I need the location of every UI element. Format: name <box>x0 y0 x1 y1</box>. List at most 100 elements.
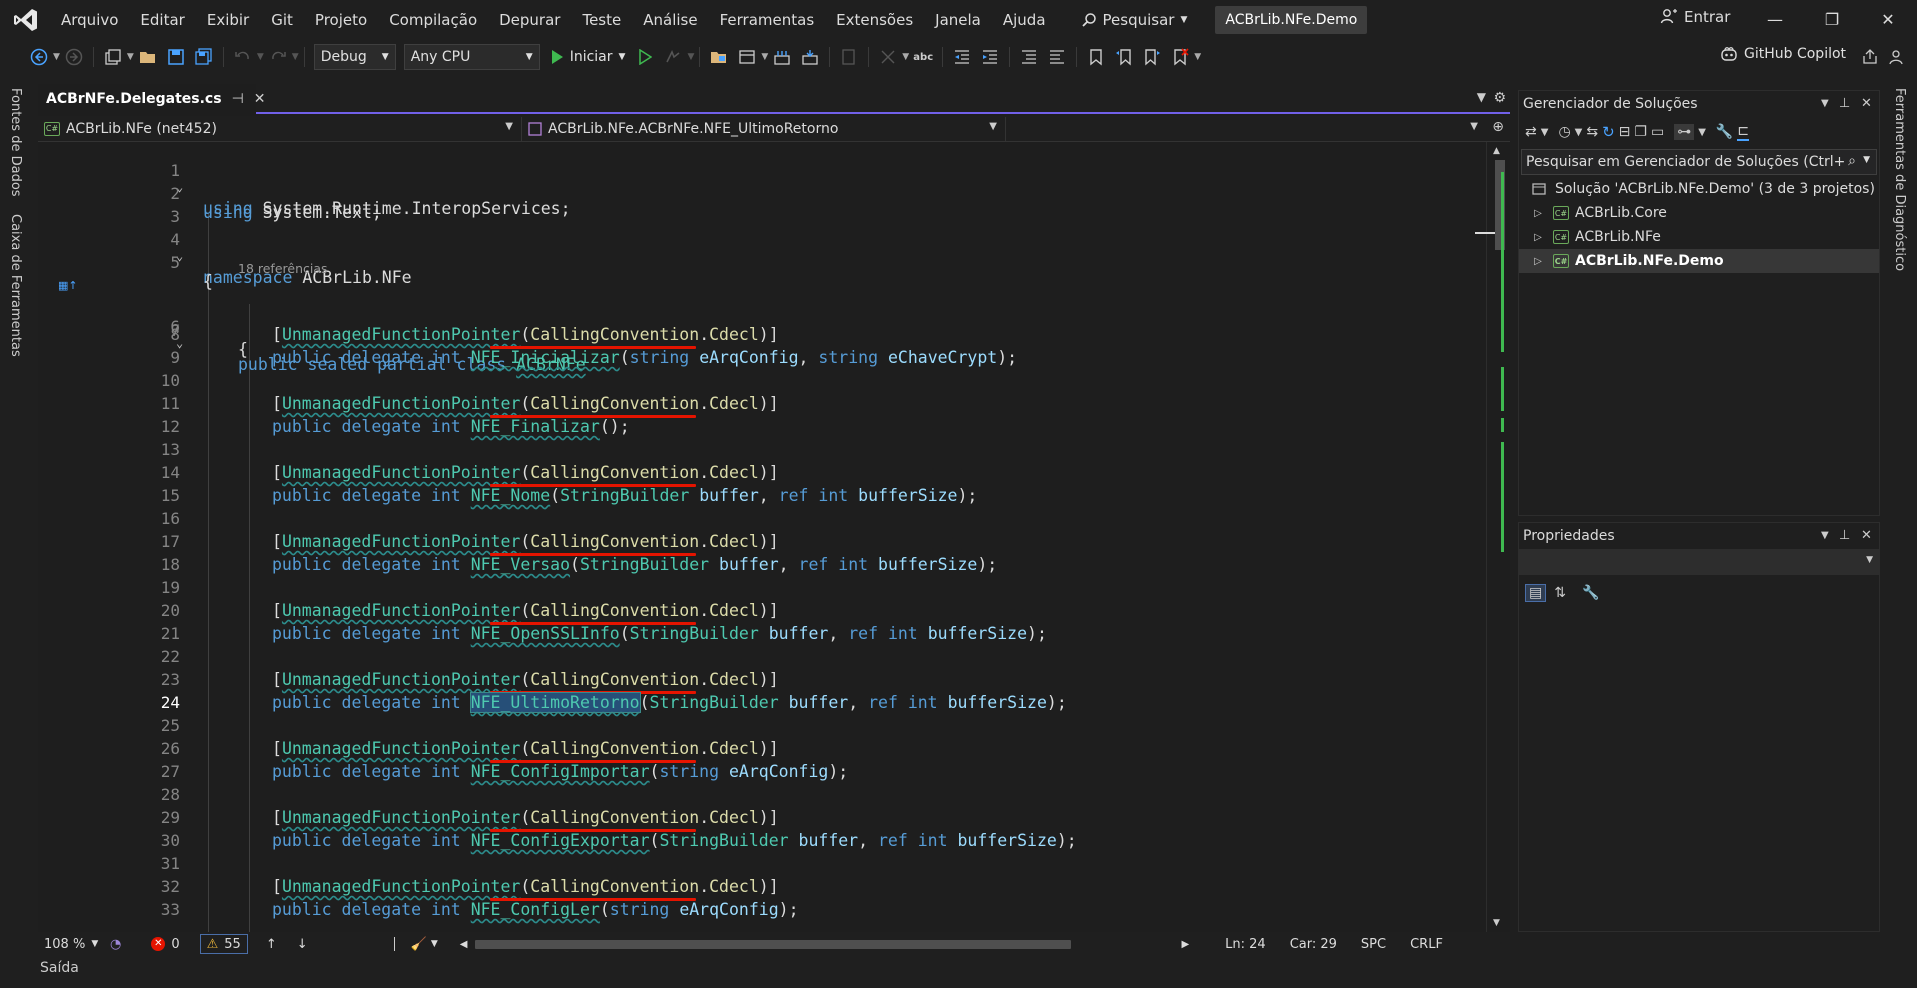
restore-icon[interactable]: ❐ <box>1822 10 1842 30</box>
chevron-down-icon[interactable]: ▼ <box>1194 52 1201 62</box>
show-all-files-icon[interactable]: ❐ <box>1634 124 1647 140</box>
next-bookmark-icon[interactable] <box>1141 46 1163 68</box>
menu-compilacao[interactable]: Compilação <box>378 0 488 40</box>
menu-arquivo[interactable]: Arquivo <box>50 0 129 40</box>
scroll-left-icon[interactable]: ◀ <box>460 939 468 950</box>
close-tab-icon[interactable]: ✕ <box>254 91 266 107</box>
scroll-up-icon[interactable]: ▲ <box>1493 146 1500 156</box>
split-editor-icon[interactable]: ⊕ <box>1492 119 1504 135</box>
chevron-down-icon[interactable]: ▼ <box>257 52 264 62</box>
chevron-down-icon[interactable]: ▼ <box>1575 127 1583 138</box>
menu-teste[interactable]: Teste <box>571 0 632 40</box>
menu-analise[interactable]: Análise <box>632 0 708 40</box>
new-project-icon[interactable] <box>102 46 124 68</box>
codelens-references[interactable]: 18 referências <box>238 261 328 276</box>
panel-menu-icon[interactable]: ▼ <box>1821 523 1829 549</box>
chevron-down-icon[interactable]: ▼ <box>292 52 299 62</box>
implementation-margin-icon[interactable]: ▦↑ <box>58 279 78 292</box>
member-dropdown[interactable]: ACBrLib.NFe.ACBrNFe.NFE_UltimoRetorno ▼ <box>522 116 1006 141</box>
column-indicator[interactable]: Car: 29 <box>1290 937 1337 952</box>
whitespace-indicator[interactable]: SPC <box>1361 937 1386 952</box>
project-node-core[interactable]: ▷ C# ACBrLib.Core <box>1519 201 1879 225</box>
rebuild-icon[interactable] <box>799 46 821 68</box>
solution-platform-select[interactable]: Any CPU ▼ <box>403 44 540 70</box>
expand-icon[interactable]: ▷ <box>1531 256 1545 267</box>
horizontal-scroll-thumb[interactable] <box>475 939 1072 949</box>
project-node-nfe[interactable]: ▷ C# ACBrLib.NFe <box>1519 225 1879 249</box>
code-cleanup-icon[interactable]: 🧹 <box>411 937 427 952</box>
previous-bookmark-icon[interactable] <box>1113 46 1135 68</box>
save-icon[interactable] <box>165 46 187 68</box>
undo-icon[interactable] <box>232 46 254 68</box>
chevron-down-icon[interactable]: ▼ <box>1863 155 1870 165</box>
pin-icon[interactable]: ⊥ <box>1839 91 1850 117</box>
menu-janela[interactable]: Janela <box>924 0 992 40</box>
clear-bookmarks-icon[interactable] <box>1169 46 1191 68</box>
property-pages-icon[interactable]: 🔧 <box>1582 585 1599 601</box>
start-without-debugging-icon[interactable] <box>634 46 656 68</box>
previous-issue-icon[interactable]: ↑ <box>266 937 277 952</box>
solution-node[interactable]: Solução 'ACBrLib.NFe.Demo' (3 de 3 proje… <box>1519 177 1879 201</box>
zoom-control[interactable]: 108 % ▼ <box>38 937 106 952</box>
errors-indicator[interactable]: ✕ 0 <box>151 937 180 952</box>
panel-menu-icon[interactable]: ▼ <box>1821 91 1829 117</box>
solution-search-input[interactable]: Pesquisar em Gerenciador de Soluções (Ct… <box>1521 149 1877 175</box>
warnings-indicator[interactable]: ⚠ 55 <box>199 934 248 954</box>
close-window-icon[interactable]: ✕ <box>1878 10 1898 30</box>
history-icon[interactable]: ◷ <box>1558 124 1570 140</box>
categorized-icon[interactable]: ▤ <box>1525 584 1547 602</box>
preview-icon[interactable]: ⊏ <box>1737 123 1750 141</box>
chevron-down-icon[interactable]: ▼ <box>687 52 694 62</box>
menu-exibir[interactable]: Exibir <box>196 0 260 40</box>
indent-icon[interactable] <box>979 46 1001 68</box>
chevron-down-icon[interactable]: ▼ <box>902 52 909 62</box>
close-panel-icon[interactable]: ✕ <box>1861 91 1872 117</box>
menu-ferramentas[interactable]: Ferramentas <box>709 0 826 40</box>
chevron-down-icon[interactable]: ▼ <box>1541 127 1549 138</box>
menu-extensoes[interactable]: Extensões <box>825 0 924 40</box>
line-ending-indicator[interactable]: CRLF <box>1410 937 1443 952</box>
output-tab[interactable]: Saída <box>40 960 79 976</box>
pending-changes-icon[interactable]: ⇆ <box>1586 124 1598 140</box>
back-icon[interactable] <box>28 46 50 68</box>
visual-studio-logo-icon[interactable] <box>12 6 40 34</box>
vertical-scrollbar[interactable]: ▲ ▼ <box>1475 142 1510 932</box>
menu-ajuda[interactable]: Ajuda <box>992 0 1057 40</box>
github-copilot-button[interactable]: GitHub Copilot <box>1720 46 1846 62</box>
spellcheck-icon[interactable]: abc <box>912 46 934 68</box>
chevron-down-icon[interactable]: ▼ <box>1698 127 1706 138</box>
document-tab-active[interactable]: ACBrNFe.Delegates.cs ⊣ ✕ <box>38 84 266 114</box>
outdent-icon[interactable] <box>951 46 973 68</box>
refresh-icon[interactable]: ↻ <box>1602 123 1615 141</box>
project-dropdown[interactable]: C# ACBrLib.NFe (net452) ▼ <box>38 116 522 141</box>
scroll-down-icon[interactable]: ▼ <box>1493 918 1500 928</box>
wrench-icon[interactable]: 🔧 <box>1716 124 1733 140</box>
chevron-down-icon[interactable]: ▼ <box>431 939 438 949</box>
gear-icon[interactable]: ⚙ <box>1493 90 1506 106</box>
properties-object-select[interactable]: ▼ <box>1519 549 1879 575</box>
minimize-icon[interactable]: — <box>1765 10 1785 30</box>
start-debugging-button[interactable]: Iniciar ▼ <box>550 49 625 65</box>
uncomment-icon[interactable] <box>1046 46 1068 68</box>
menu-editar[interactable]: Editar <box>129 0 195 40</box>
tab-overflow-icon[interactable]: ▼ <box>1477 90 1486 104</box>
properties-icon[interactable]: ▭ <box>1651 124 1664 140</box>
chevron-down-icon[interactable]: ▼ <box>761 52 768 62</box>
build-icon[interactable] <box>771 46 793 68</box>
line-indicator[interactable]: Ln: 24 <box>1225 937 1266 952</box>
next-issue-icon[interactable]: ↓ <box>297 937 308 952</box>
forward-icon[interactable] <box>63 46 85 68</box>
search-menu[interactable]: Pesquisar ▼ <box>1071 0 1198 40</box>
code-text-area[interactable]: 1 ⌄ using System.Runtime.InteropServices… <box>38 142 1486 932</box>
hot-reload-icon[interactable] <box>662 46 684 68</box>
alphabetical-icon[interactable]: ⇅ <box>1554 585 1566 601</box>
preview-selected-icon[interactable]: ⊶ <box>1674 124 1695 140</box>
expand-icon[interactable]: ▷ <box>1531 232 1545 243</box>
third-dropdown[interactable]: ▼ <box>1006 117 1486 141</box>
bookmark-icon[interactable] <box>1085 46 1107 68</box>
menu-git[interactable]: Git <box>260 0 304 40</box>
chevron-down-icon[interactable]: ▼ <box>127 52 134 62</box>
find-file-icon[interactable] <box>838 46 860 68</box>
sign-in-button[interactable]: Entrar <box>1660 8 1730 26</box>
health-indicator-icon[interactable]: ◔ <box>110 937 121 952</box>
